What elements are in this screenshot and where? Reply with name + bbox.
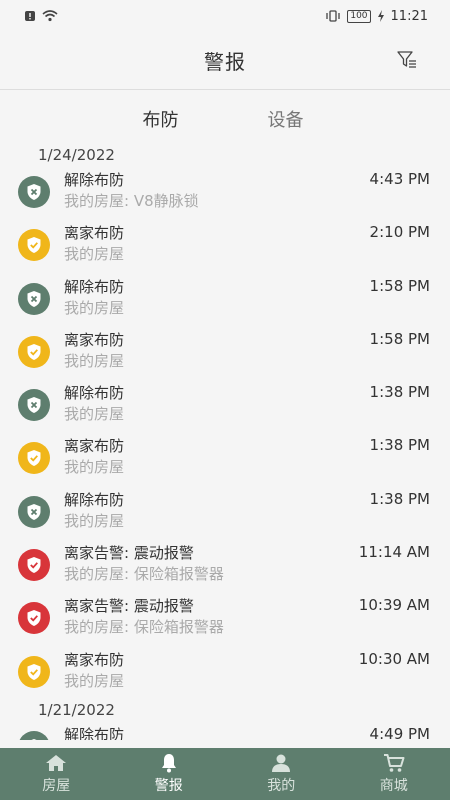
list-item[interactable]: 离家告警: 震动报警我的房屋: 保险箱报警器 10:39 AM — [0, 592, 450, 645]
event-title: 解除布防 — [64, 490, 125, 509]
nav-item-house[interactable]: 房屋 — [0, 748, 113, 800]
event-subtitle: 我的房屋 — [64, 245, 125, 264]
list-item[interactable]: 离家布防我的房屋 1:58 PM — [0, 326, 450, 379]
shield-check-icon — [18, 655, 50, 688]
person-icon — [271, 753, 291, 773]
app-header: 警报 — [0, 32, 450, 90]
shield-x-icon — [18, 495, 50, 528]
list-item[interactable]: 解除布防我的房屋 1:38 PM — [0, 486, 450, 539]
shield-check-icon — [18, 229, 50, 262]
event-subtitle: 我的房屋 — [64, 351, 125, 370]
bell-icon — [160, 753, 178, 773]
shield-x-icon — [18, 389, 50, 422]
shield-alarm-icon — [18, 602, 50, 635]
tab-bar: 布防 设备 — [0, 90, 450, 148]
nav-item-cart[interactable]: 商城 — [338, 748, 450, 800]
list-item[interactable]: 解除布防我的房屋4:49 PM — [0, 721, 450, 740]
event-title: 离家布防 — [64, 330, 125, 349]
shield-check-icon — [18, 442, 50, 475]
tab-devices[interactable]: 设备 — [268, 106, 308, 132]
nav-label: 房屋 — [42, 778, 71, 794]
list-item[interactable]: 解除布防我的房屋 1:38 PM — [0, 379, 450, 432]
event-title: 离家布防 — [64, 224, 125, 243]
event-subtitle: 我的房屋 — [64, 458, 125, 477]
cart-icon — [383, 753, 405, 773]
event-time: 1:38 PM — [369, 383, 430, 402]
tab-arming[interactable]: 布防 — [143, 106, 183, 132]
event-title: 离家布防 — [64, 437, 125, 456]
event-subtitle: 我的房屋 — [64, 511, 125, 530]
shield-alarm-icon — [18, 549, 50, 582]
event-subtitle: 我的房屋 — [64, 298, 125, 317]
event-subtitle: 我的房屋: 保险箱报警器 — [64, 618, 224, 637]
page-title: 警报 — [204, 50, 246, 74]
shield-x-icon — [18, 282, 50, 315]
event-title: 解除布防 — [64, 725, 125, 740]
event-title: 离家告警: 震动报警 — [64, 597, 194, 616]
bottom-nav: 房屋 警报 我的 商城 — [0, 748, 450, 800]
list-item[interactable]: 离家告警: 震动报警我的房屋: 保险箱报警器 11:14 AM — [0, 539, 450, 592]
list-item[interactable]: 离家布防我的房屋 2:10 PM — [0, 219, 450, 272]
date-header: 1/21/2022 — [38, 700, 115, 719]
notification-alert-icon — [24, 10, 36, 22]
event-time: 11:14 AM — [358, 543, 430, 562]
event-time: 1:38 PM — [369, 489, 430, 508]
event-time: 1:38 PM — [369, 436, 430, 455]
list-item[interactable]: 离家布防我的房屋 1:38 PM — [0, 432, 450, 485]
event-title: 解除布防 — [64, 277, 125, 296]
nav-label: 商城 — [379, 778, 408, 794]
battery-indicator: 100 — [347, 9, 371, 23]
event-subtitle: 我的房屋 — [64, 405, 125, 424]
event-time: 1:58 PM — [369, 276, 430, 295]
event-time: 10:30 AM — [358, 649, 430, 668]
event-subtitle: 我的房屋: 保险箱报警器 — [64, 565, 224, 584]
event-time: 4:49 PM — [369, 724, 430, 740]
nav-item-bell[interactable]: 警报 — [113, 748, 226, 800]
vibrate-icon — [325, 10, 341, 22]
event-title: 离家布防 — [64, 650, 125, 669]
shield-check-icon — [18, 335, 50, 368]
nav-item-person[interactable]: 我的 — [225, 748, 338, 800]
filter-button[interactable] — [396, 51, 418, 73]
event-subtitle: 我的房屋 — [64, 671, 125, 690]
event-time: 2:10 PM — [369, 223, 430, 242]
status-bar: 100 11:21 — [0, 0, 450, 32]
wifi-icon — [42, 10, 58, 22]
event-title: 解除布防 — [64, 384, 125, 403]
charging-icon — [377, 10, 385, 22]
list-item[interactable]: 解除布防我的房屋: V8静脉锁 4:43 PM — [0, 166, 450, 219]
filter-icon — [397, 51, 417, 73]
list-item[interactable]: 解除布防我的房屋 1:58 PM — [0, 273, 450, 326]
event-time: 10:39 AM — [358, 596, 430, 615]
status-time: 11:21 — [390, 8, 428, 24]
event-title: 离家告警: 震动报警 — [64, 544, 194, 563]
event-time: 1:58 PM — [369, 329, 430, 348]
date-header: 1/24/2022 — [38, 146, 115, 164]
shield-x-icon — [18, 730, 50, 740]
nav-label: 警报 — [154, 778, 183, 794]
event-subtitle: 我的房屋: V8静脉锁 — [64, 192, 199, 210]
house-icon — [45, 753, 67, 773]
event-time: 4:43 PM — [369, 170, 430, 188]
event-list[interactable]: 1/24/2022 解除布防 我的房屋: V8静脉锁 4:43 PM 离家布防 我的房屋 2… — [0, 144, 450, 740]
shield-x-icon — [18, 176, 50, 208]
list-item[interactable]: 离家布防我的房屋 10:30 AM — [0, 646, 450, 699]
event-title: 解除布防 — [64, 171, 125, 189]
nav-label: 我的 — [267, 778, 296, 794]
